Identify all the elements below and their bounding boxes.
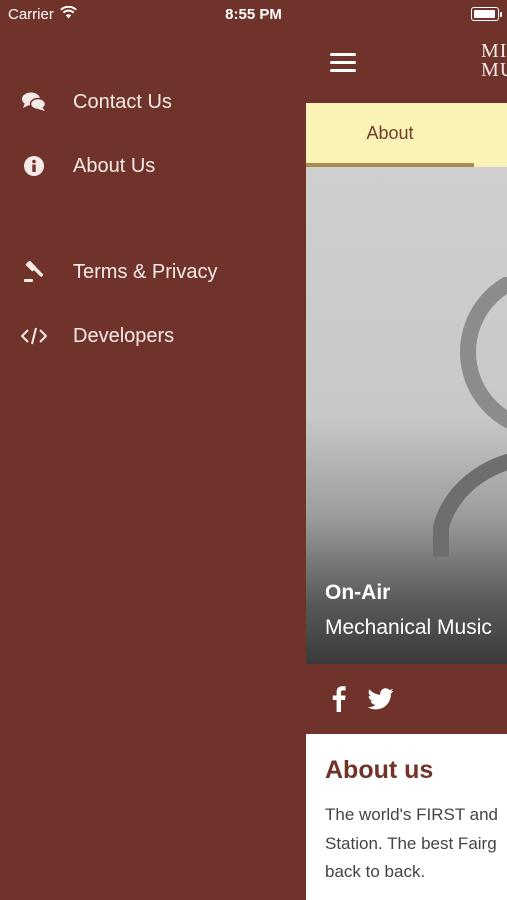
menu-item-label: Contact Us (73, 90, 172, 113)
facebook-icon[interactable] (332, 686, 346, 712)
menu-gap (0, 198, 306, 240)
menu-item-about-us[interactable]: About Us (0, 134, 306, 198)
station-name: Mechanical Music (325, 616, 492, 639)
player-hero: On-Air Mechanical Music (306, 167, 507, 664)
hamburger-menu-icon[interactable] (330, 53, 356, 75)
about-card: About us The world's FIRST and Station. … (306, 734, 507, 900)
battery-icon (471, 7, 502, 21)
on-air-label: On-Air (325, 581, 391, 604)
about-line: back to back. (325, 862, 426, 881)
menu-item-developers[interactable]: Developers (0, 304, 306, 368)
nav-bar: MI MU (306, 28, 507, 103)
user-placeholder-icon (433, 277, 507, 557)
battery-fill (474, 10, 495, 18)
menu-item-contact-us[interactable]: Contact Us (0, 70, 306, 134)
about-line: Station. The best Fairg (325, 833, 497, 853)
about-text: The world's FIRST and Station. The best … (325, 801, 507, 887)
twitter-icon[interactable] (368, 688, 394, 710)
wifi-icon (60, 5, 77, 23)
tab-about[interactable]: About (306, 103, 474, 167)
carrier-label: Carrier (8, 5, 54, 23)
menu-item-terms-privacy[interactable]: Terms & Privacy (0, 240, 306, 304)
menu-item-label: Terms & Privacy (73, 260, 218, 283)
logo-line-2: MU (481, 59, 507, 81)
about-line: The world's FIRST and (325, 805, 498, 824)
info-circle-icon (20, 154, 48, 178)
menu-item-label: About Us (73, 154, 156, 177)
tab-bar: About (306, 103, 507, 167)
app-logo: MI MU (481, 41, 507, 81)
status-left: Carrier (8, 5, 77, 23)
chat-bubbles-icon (20, 90, 48, 114)
menu-item-label: Developers (73, 324, 175, 347)
gavel-icon (20, 260, 48, 284)
code-icon (20, 324, 48, 348)
status-bar: Carrier 8:55 PM (0, 0, 507, 28)
about-title: About us (325, 756, 434, 784)
side-menu: Contact Us About Us Terms & Privacy Deve… (0, 70, 306, 368)
main-panel: MI MU About On-Air Mechanical Music Abou… (306, 28, 507, 900)
social-links (306, 664, 507, 734)
